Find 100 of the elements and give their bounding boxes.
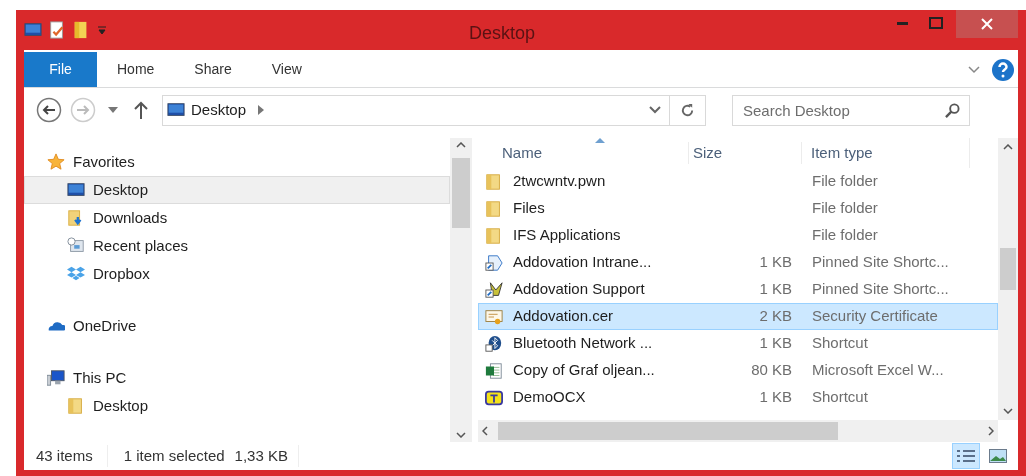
file-name: Addovation Support [513,279,645,300]
chevron-down-icon[interactable] [968,65,980,74]
selection-status: 1 item selected [122,445,225,466]
desktop-icon [167,101,185,119]
item-count: 43 items [24,444,108,468]
sort-arrow-icon [595,138,605,143]
back-icon[interactable] [36,97,62,123]
caret-down-icon[interactable] [108,107,118,113]
file-name: Bluetooth Network ... [513,333,653,354]
file-name: DemoOCX [513,387,586,408]
help-icon[interactable] [992,58,1014,81]
file-type: Microsoft Excel W... [812,361,944,379]
file-row[interactable]: Addovation Intrane... 1 KB Pinned Site Shortc... [478,249,998,276]
file-name: Files [513,198,545,219]
scrollbar-thumb[interactable] [452,158,470,228]
file-row[interactable]: Copy of Graf oljean... 80 KB Microsoft Excel W... [478,357,998,384]
dropbox-icon [67,265,85,283]
nav-item[interactable]: Recent places [24,232,450,260]
computer-icon [47,369,65,387]
file-type: Pinned Site Shortc... [812,253,949,271]
file-name: Addovation Intrane... [513,252,652,273]
scroll-up-icon[interactable] [1003,144,1013,150]
column-header[interactable]: Item type [801,141,969,165]
file-tab[interactable]: File [24,52,97,87]
scroll-right-icon[interactable] [988,426,994,436]
ribbon-tab[interactable]: Home [97,52,175,87]
folder-icon [67,397,85,415]
file-size: 2 KB [759,307,792,325]
nav-item[interactable]: Dropbox [24,260,450,288]
file-size: 80 KB [751,361,792,379]
file-row[interactable]: Addovation Support 1 KB Pinned Site Shortc... [478,276,998,303]
star-icon [47,153,65,171]
selection-size: 1,33 KB [224,444,299,468]
image-icon [989,449,1007,463]
file-name: Addovation.cer [513,306,614,327]
properties-icon[interactable] [48,21,66,39]
file-row[interactable]: Addovation.cer 2 KB Security Certificate [478,303,998,330]
file-size: 1 KB [759,280,792,298]
file-size: 1 KB [759,388,792,406]
nav-item[interactable]: Desktop [24,392,450,420]
up-arrow-icon[interactable] [134,101,148,119]
nav-item[interactable]: OneDrive [24,312,450,340]
certificate-icon [485,307,503,326]
maximize-icon [929,17,943,29]
file-type: File folder [812,226,878,244]
scroll-up-icon[interactable] [456,142,466,148]
nav-item[interactable]: Downloads [24,204,450,232]
file-type: Shortcut [812,388,868,406]
scroll-down-icon[interactable] [1003,408,1013,414]
close-button[interactable] [956,10,1018,38]
file-row[interactable]: Bluetooth Network ... 1 KB Shortcut [478,330,998,357]
file-row[interactable]: Files File folder [478,195,998,222]
list-icon [957,449,975,463]
file-name: Copy of Graf oljean... [513,360,655,381]
close-icon [981,18,993,30]
ribbon-tab[interactable]: Share [174,52,252,87]
file-type: Pinned Site Shortc... [812,280,949,298]
window-title: Desktop [469,22,536,45]
address-bar[interactable]: Desktop [162,94,706,126]
column-header[interactable]: Size [688,141,801,165]
nav-item[interactable]: This PC [24,364,450,392]
search-field[interactable]: Search Desktop [732,94,970,126]
dropdown-icon[interactable] [96,24,108,36]
scroll-left-icon[interactable] [482,426,488,436]
scrollbar-thumb[interactable] [1000,248,1016,290]
shortcut-icon [485,280,503,299]
bluetooth-icon [485,334,503,353]
folder-icon [485,199,503,218]
scrollbar-thumb[interactable] [498,422,838,440]
search-icon [945,102,960,118]
chevron-down-icon[interactable] [649,106,661,114]
refresh-icon [680,102,695,118]
ribbon-tab[interactable]: View [251,52,322,87]
scroll-down-icon[interactable] [456,432,466,438]
scrollbar[interactable] [998,138,1018,420]
address-path[interactable]: Desktop [191,98,247,122]
chevron-right-icon[interactable] [258,105,265,115]
file-size: 1 KB [759,334,792,352]
recent-places-icon [67,237,85,255]
file-row[interactable]: IFS Applications File folder [478,222,998,249]
folder-icon [485,226,503,245]
minimize-icon [896,21,908,25]
nav-item[interactable]: Favorites [24,148,450,176]
file-size: 1 KB [759,253,792,271]
desktop-icon [67,181,85,199]
spreadsheet-icon [485,361,503,380]
details-view-button[interactable] [952,443,980,469]
shortcut-icon [485,253,503,272]
file-row[interactable]: 2twcwntv.pwn File folder [478,168,998,195]
file-name: 2twcwntv.pwn [513,171,606,192]
file-type: File folder [812,172,878,190]
file-type: Security Certificate [812,307,938,325]
nav-item[interactable]: Desktop [24,176,450,204]
column-header[interactable]: Name [478,141,688,165]
file-row[interactable]: DemoOCX 1 KB Shortcut [478,384,998,411]
scrollbar[interactable] [450,138,472,442]
scrollbar[interactable] [478,420,998,442]
app-icon [485,388,503,407]
file-type: File folder [812,199,878,217]
file-name: IFS Applications [513,225,621,246]
